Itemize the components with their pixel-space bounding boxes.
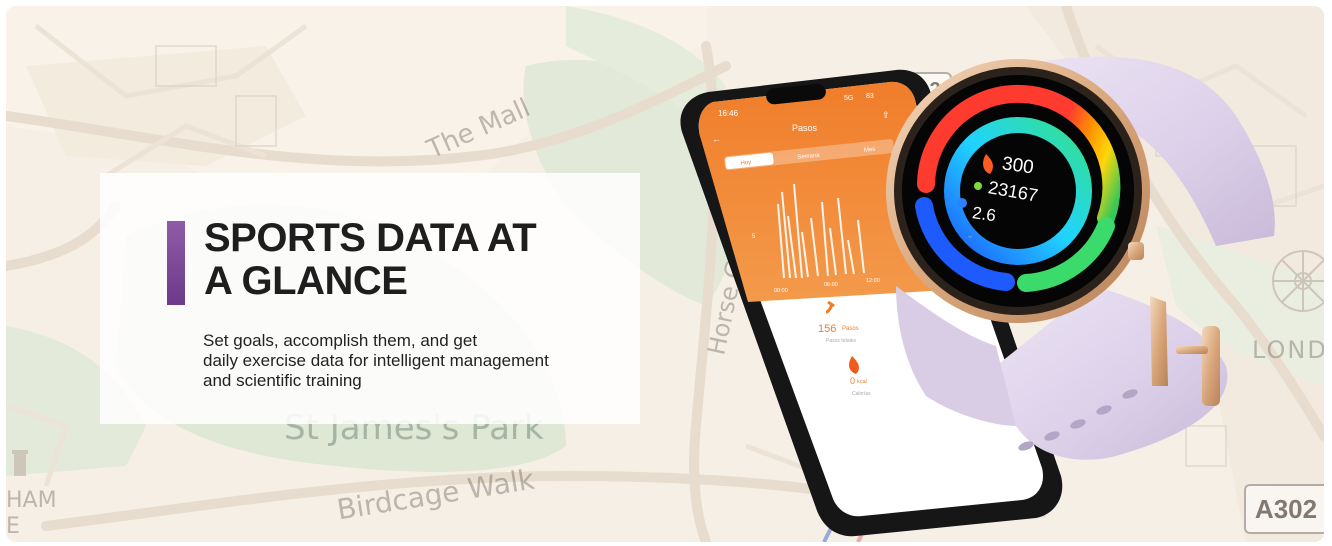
map-label-ham-line2: E xyxy=(6,514,20,539)
road-badge-a302: A302 xyxy=(1244,484,1324,534)
hero-subtitle-line2: daily exercise data for intelligent mana… xyxy=(203,351,549,370)
hero-headline-line1: SPORTS DATA AT xyxy=(204,216,537,260)
map-label-london: LONDO xyxy=(1252,336,1324,364)
hero-headline: SPORTS DATA AT A GLANCE xyxy=(204,217,624,303)
hero-headline-line2: A GLANCE xyxy=(204,259,408,303)
map-label-ham-line1: HAM xyxy=(6,488,57,513)
promo-banner: The Mall St James's Park Birdcage Walk H… xyxy=(6,6,1324,542)
road-badge-812: 812 xyxy=(896,72,952,108)
accent-bar xyxy=(167,221,185,305)
map-label-ham: HAM E xyxy=(6,488,57,540)
hero-subtitle-line1: Set goals, accomplish them, and get xyxy=(203,331,478,350)
hero-subtitle: Set goals, accomplish them, and get dail… xyxy=(203,331,623,391)
hero-text-card: SPORTS DATA AT A GLANCE Set goals, accom… xyxy=(100,173,640,424)
hero-subtitle-line3: and scientific training xyxy=(203,371,362,390)
